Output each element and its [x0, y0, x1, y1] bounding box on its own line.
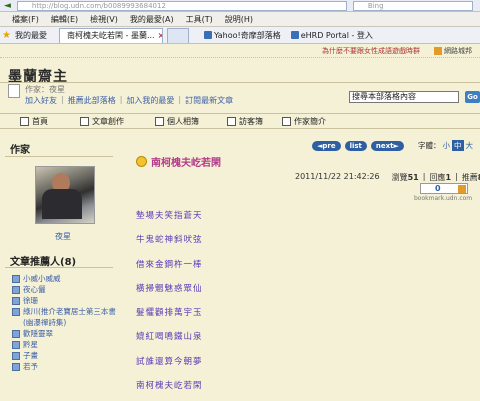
poem-line: 南柯槐夫屹若閑	[136, 381, 203, 392]
top-links: 為什麼不要跟女性成語遊戲時群 網路城邦	[0, 44, 480, 58]
author-name-link[interactable]: 夜星	[55, 231, 71, 242]
list-item[interactable]: 子畫	[12, 350, 116, 361]
bookmark-yahoo[interactable]: Yahoo!奇摩部落格	[201, 30, 284, 41]
menu-view[interactable]: 檢視(V)	[90, 14, 118, 25]
poem-line: 借來金鋼杵一棒	[136, 259, 203, 270]
blog-nav: 首頁 文章創作 個人相簿 訪客簿 作家簡介	[0, 113, 480, 129]
poem-line: 墊場夫笑指蒼天	[136, 211, 203, 221]
menu-favorites[interactable]: 我的最愛(A)	[130, 14, 174, 25]
post-title[interactable]: 南柯槐夫屹若閑	[136, 154, 221, 169]
font-size-selector: 字體： 小 中 大	[418, 140, 473, 151]
add-friend-link[interactable]: 加入好友	[25, 95, 57, 106]
blog-action-links: 加入好友 | 推薦此部落格 | 加入我的最愛 | 訂閱最新文章	[25, 95, 234, 106]
favorites-bar: ★ 我的最愛 南柯槐夫屹若閑 - 墨蘭... × Yahoo!奇摩部落格 eHR…	[0, 27, 480, 44]
portal-icon	[434, 46, 442, 55]
nav-home[interactable]: 首頁	[20, 116, 48, 127]
font-small[interactable]: 小	[443, 140, 451, 151]
add-like-icon[interactable]	[458, 185, 466, 193]
bookmark-ehrd[interactable]: eHRD Portal - 登入	[288, 30, 376, 41]
menu-bar: 檔案(F) 編輯(E) 檢視(V) 我的最愛(A) 工具(T) 說明(H)	[0, 12, 480, 27]
recommenders-heading: 文章推薦人(8)	[5, 253, 113, 268]
font-size-label: 字體：	[418, 141, 441, 150]
address-input[interactable]: http://blog.udn.com/b0089993684012	[16, 0, 347, 11]
user-icon	[12, 308, 20, 316]
smiley-icon	[136, 156, 147, 167]
favorites-label[interactable]: 我的最愛	[15, 30, 55, 41]
blog-search-input[interactable]: 搜尋本部落格內容	[349, 91, 459, 103]
back-icon[interactable]: ◄	[4, 1, 11, 11]
article-icon	[80, 116, 89, 126]
list-item[interactable]: 夜心儷	[12, 284, 116, 295]
promo-link[interactable]: 為什麼不要跟女性成語遊戲時群	[322, 46, 420, 56]
recommenders-list: 小威小威威 夜心儷 徐珊 綠川(推介老寶居士第三本書(幽瀑禪詩集) 歡隱靈翠 黔…	[12, 273, 116, 372]
prev-button[interactable]: ◄pre	[312, 141, 341, 151]
profile-icon	[282, 116, 291, 126]
font-medium[interactable]: 中	[452, 140, 464, 151]
like-counter[interactable]: 0	[420, 183, 468, 194]
next-button[interactable]: next►	[370, 141, 404, 151]
browser-search-input[interactable]: Bing	[352, 0, 473, 11]
poem-line: 髮懼顴排萬宇玉	[136, 308, 203, 319]
author-heading: 作家	[5, 141, 113, 157]
menu-help[interactable]: 說明(H)	[225, 14, 253, 25]
nav-articles[interactable]: 文章創作	[80, 116, 124, 127]
post-date: 2011/11/22 21:42:26	[295, 172, 380, 181]
post-pager: ◄pre list next►	[312, 141, 404, 151]
user-icon	[12, 341, 20, 349]
go-button[interactable]: Go	[465, 91, 480, 103]
poem-line: 試誰還算今朝夢	[136, 356, 203, 367]
replies-count: 1	[445, 173, 452, 182]
author-avatar[interactable]	[35, 166, 95, 224]
user-icon	[12, 330, 20, 338]
close-tab-icon[interactable]: ×	[158, 31, 162, 40]
user-icon	[12, 297, 20, 305]
yahoo-icon	[203, 31, 212, 39]
poem-line: 媲紅喝鳴鐵山泉	[136, 332, 203, 343]
recommend-blog-link[interactable]: 推薦此部落格	[68, 95, 116, 106]
list-item[interactable]: 歡隱靈翠	[12, 328, 116, 339]
favorites-star-icon[interactable]: ★	[2, 30, 11, 41]
add-favorite-link[interactable]: 加入我的最愛	[126, 95, 174, 106]
home-icon	[20, 116, 29, 126]
poem-line: 橫掃魍魅惑眾仙	[136, 283, 203, 294]
address-bar: ◄ http://blog.udn.com/b0089993684012 Bin…	[0, 0, 480, 12]
tab-active[interactable]: 南柯槐夫屹若閑 - 墨蘭... ×	[58, 27, 163, 43]
views-count: 51	[407, 173, 419, 182]
font-large[interactable]: 大	[466, 140, 474, 151]
list-item[interactable]: 徐珊	[12, 295, 116, 306]
guestbook-icon	[227, 116, 236, 126]
list-item[interactable]: 綠川(推介老寶居士第三本書(幽瀑禪詩集)	[12, 306, 116, 328]
user-icon	[12, 275, 20, 283]
ehrd-icon	[290, 31, 299, 39]
menu-tools[interactable]: 工具(T)	[186, 14, 213, 25]
author-card-icon	[8, 84, 20, 98]
list-item[interactable]: 小威小威威	[12, 273, 116, 284]
list-button[interactable]: list	[344, 141, 367, 151]
list-item[interactable]: 黔星	[12, 339, 116, 350]
user-icon	[12, 363, 20, 371]
author-label: 作家：夜星	[25, 85, 65, 94]
post-meta: 2011/11/22 21:42:26 瀏覽51 | 回應1 | 推薦8	[295, 172, 480, 183]
album-icon	[155, 116, 164, 126]
header-divider	[0, 82, 480, 83]
menu-edit[interactable]: 編輯(E)	[51, 14, 78, 25]
post-body: 墊場夫笑指蒼天 牛鬼蛇神斜吠弦 借來金鋼杵一棒 橫掃魍魅惑眾仙 髮懼顴排萬宇玉 …	[136, 210, 203, 401]
nav-album[interactable]: 個人相簿	[155, 116, 199, 127]
portal-link[interactable]: 網路城邦	[434, 46, 472, 56]
list-item[interactable]: 若予	[12, 361, 116, 372]
tab-label: 南柯槐夫屹若閑 - 墨蘭...	[66, 31, 155, 40]
blog-title: 墨蘭齋主	[8, 69, 68, 85]
bookmark-link[interactable]: bookmark.udn.com	[414, 195, 472, 202]
user-icon	[12, 286, 20, 294]
nav-profile[interactable]: 作家簡介	[282, 116, 326, 127]
tab-new[interactable]	[166, 27, 189, 43]
menu-file[interactable]: 檔案(F)	[12, 14, 39, 25]
poem-line: 牛鬼蛇神斜吠弦	[136, 235, 203, 246]
subscribe-link[interactable]: 訂閱最新文章	[185, 95, 233, 106]
nav-guestbook[interactable]: 訪客簿	[227, 116, 263, 127]
user-icon	[12, 352, 20, 360]
